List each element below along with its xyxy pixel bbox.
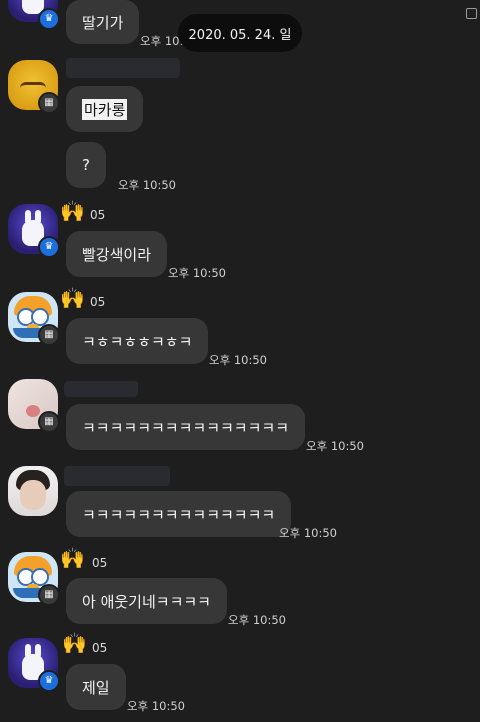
message-bubble[interactable]: 마카롱 xyxy=(66,86,144,132)
grid-icon: ▦ xyxy=(38,92,60,114)
sender-name: 05 xyxy=(90,295,106,309)
message-text: 마카롱 xyxy=(82,98,128,120)
sender-name xyxy=(64,381,138,397)
raised-hands-icon: 🙌 xyxy=(62,631,87,655)
message-time: 오후 10:50 xyxy=(228,613,286,627)
date-divider: 2020. 05. 24. 일 xyxy=(178,14,302,52)
message-bubble[interactable]: ㅋㅋㅋㅋㅋㅋㅋㅋㅋㅋㅋㅋㅋㅋ xyxy=(66,491,292,537)
message-text: 제일 xyxy=(82,678,110,697)
raised-hands-icon: 🙌 xyxy=(60,286,85,310)
message-bubble[interactable]: ㅋㅋㅋㅋㅋㅋㅋㅋㅋㅋㅋㅋㅋㅋㅋ xyxy=(66,404,306,450)
grid-icon: ▦ xyxy=(38,324,60,346)
crown-icon: ♛ xyxy=(38,8,60,30)
message-text: 빨강색이라 xyxy=(82,245,152,264)
message-bubble[interactable]: 아 애웃기네ㅋㅋㅋㅋ xyxy=(66,578,227,624)
message-time: 오후 10:50 xyxy=(168,266,226,280)
sender-name: 05 xyxy=(92,641,108,655)
message-time: 오후 10:50 xyxy=(118,178,176,192)
message-text: 아 애웃기네ㅋㅋㅋㅋ xyxy=(82,592,211,611)
message-text: ㅋㅋㅋㅋㅋㅋㅋㅋㅋㅋㅋㅋㅋㅋ xyxy=(82,505,276,524)
grid-icon: ▦ xyxy=(38,411,60,433)
message-bubble[interactable]: 딸기가 xyxy=(66,0,140,44)
sender-name xyxy=(66,58,180,78)
raised-hands-icon: 🙌 xyxy=(60,199,85,223)
message-text: ? xyxy=(82,156,90,174)
message-text: ㅋㅋㅋㅋㅋㅋㅋㅋㅋㅋㅋㅋㅋㅋㅋ xyxy=(82,418,290,437)
message-bubble[interactable]: ? xyxy=(66,142,106,188)
avatar[interactable] xyxy=(8,466,58,516)
message-bubble[interactable]: 제일 xyxy=(66,664,126,710)
message-time: 오후 10:50 xyxy=(306,439,364,453)
square-icon[interactable] xyxy=(466,8,477,19)
message-text: ㅋㅎㅋㅎㅎㅋㅎㅋ xyxy=(82,332,193,351)
message-time: 오후 10:50 xyxy=(209,353,267,367)
grid-icon: ▦ xyxy=(38,584,60,606)
sender-name xyxy=(64,466,170,486)
message-time: 오후 10:50 xyxy=(279,526,337,540)
message-text: 딸기가 xyxy=(82,13,124,32)
message-bubble[interactable]: 빨강색이라 xyxy=(66,231,168,277)
sender-name: 05 xyxy=(90,208,106,222)
crown-icon: ♛ xyxy=(38,236,60,258)
message-time: 오후 10:50 xyxy=(127,699,185,713)
crown-icon: ♛ xyxy=(38,670,60,692)
raised-hands-icon: 🙌 xyxy=(60,546,85,570)
message-bubble[interactable]: ㅋㅎㅋㅎㅎㅋㅎㅋ xyxy=(66,318,209,364)
sender-name: 05 xyxy=(92,556,108,570)
